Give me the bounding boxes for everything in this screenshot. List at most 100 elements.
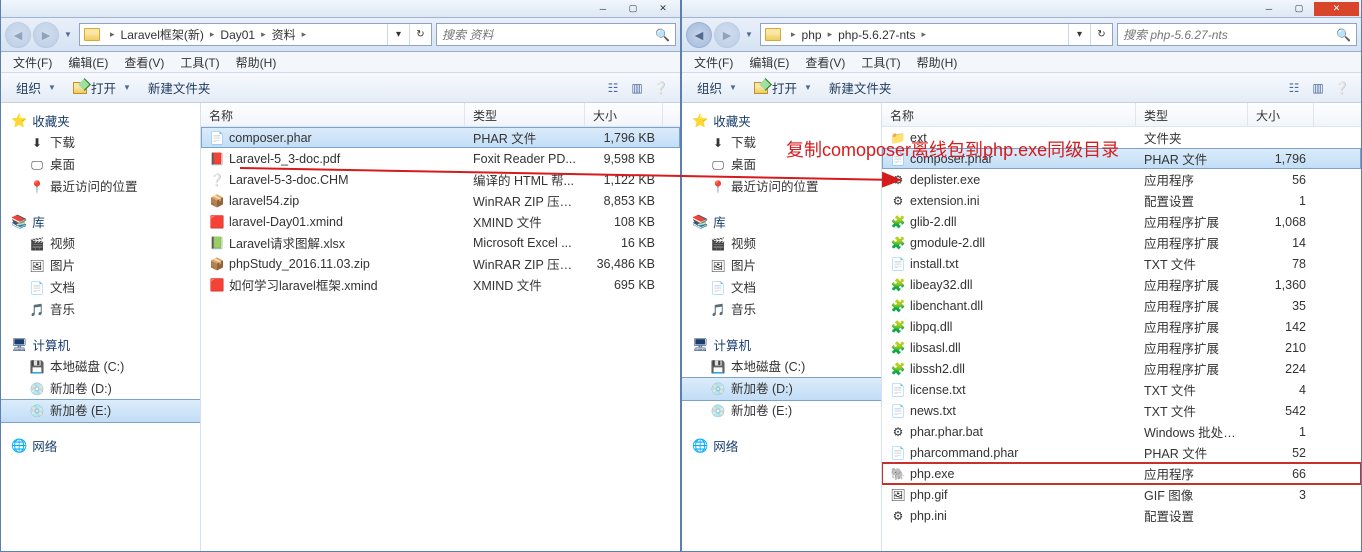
file-row[interactable]: 🧩libssh2.dll应用程序扩展224 (882, 358, 1361, 379)
forward-button[interactable]: ► (33, 22, 59, 48)
file-row[interactable]: ⚙phar.phar.batWindows 批处理...1 (882, 421, 1361, 442)
nav-computer[interactable]: 🖥计算机 (682, 333, 881, 356)
address-bar[interactable]: ▸ php▸ php-5.6.27-nts▸ ▾ ↻ (760, 23, 1113, 46)
forward-button[interactable]: ► (714, 22, 740, 48)
breadcrumb[interactable]: 资料 (268, 24, 300, 45)
file-row[interactable]: 🐘php.exe应用程序66 (882, 463, 1361, 484)
nav-computer[interactable]: 🖥计算机 (1, 333, 200, 356)
preview-button[interactable]: ▥ (626, 78, 648, 98)
maximize-button[interactable]: ▢ (1284, 2, 1314, 16)
col-type[interactable]: 类型 (1136, 103, 1248, 126)
file-row[interactable]: 🖼php.gifGIF 图像3 (882, 484, 1361, 505)
open-button[interactable]: 打开▼ (66, 75, 141, 100)
file-list[interactable]: 📄composer.pharPHAR 文件1,796 KB📕Laravel-5_… (201, 127, 680, 551)
nav-drive-d[interactable]: 💿新加卷 (D:) (1, 378, 200, 400)
file-row[interactable]: 🧩libeay32.dll应用程序扩展1,360 (882, 274, 1361, 295)
menu-tools[interactable]: 工具(T) (172, 52, 227, 73)
file-row[interactable]: 🧩libpq.dll应用程序扩展142 (882, 316, 1361, 337)
nav-pictures[interactable]: 🖼图片 (682, 255, 881, 277)
search-box[interactable]: 🔍 (436, 23, 676, 46)
file-row[interactable]: ⚙deplister.exe应用程序56 (882, 169, 1361, 190)
menu-file[interactable]: 文件(F) (5, 52, 60, 73)
help-button[interactable]: ❔ (650, 78, 672, 98)
col-size[interactable]: 大小 (1248, 103, 1314, 126)
nav-desktop[interactable]: 🖵桌面 (1, 154, 200, 176)
file-row[interactable]: 🟥laravel-Day01.xmindXMIND 文件108 KB (201, 211, 680, 232)
help-button[interactable]: ❔ (1331, 78, 1353, 98)
file-row[interactable]: 📦phpStudy_2016.11.03.zipWinRAR ZIP 压缩...… (201, 253, 680, 274)
new-folder-button[interactable]: 新建文件夹 (822, 75, 899, 100)
file-list[interactable]: 📁ext文件夹📄composer.pharPHAR 文件1,796⚙deplis… (882, 127, 1361, 551)
file-row[interactable]: 🧩gmodule-2.dll应用程序扩展14 (882, 232, 1361, 253)
history-dropdown[interactable]: ▼ (61, 26, 75, 44)
nav-drive-c[interactable]: 💾本地磁盘 (C:) (682, 356, 881, 378)
nav-favorites[interactable]: ⭐收藏夹 (682, 109, 881, 132)
file-row[interactable]: 🧩glib-2.dll应用程序扩展1,068 (882, 211, 1361, 232)
nav-videos[interactable]: 🎬视频 (1, 233, 200, 255)
col-type[interactable]: 类型 (465, 103, 585, 126)
search-box[interactable]: 🔍 (1117, 23, 1357, 46)
nav-drive-e[interactable]: 💿新加卷 (E:) (682, 400, 881, 422)
close-button[interactable]: ✕ (648, 2, 678, 16)
view-button[interactable]: ☷ (1283, 78, 1305, 98)
breadcrumb[interactable]: Day01 (216, 24, 259, 45)
view-button[interactable]: ☷ (602, 78, 624, 98)
nav-network[interactable]: 🌐网络 (682, 434, 881, 457)
organize-button[interactable]: 组织▼ (690, 75, 747, 100)
breadcrumb[interactable]: php (798, 24, 826, 45)
nav-downloads[interactable]: ⬇下载 (1, 132, 200, 154)
nav-favorites[interactable]: ⭐收藏夹 (1, 109, 200, 132)
address-dropdown[interactable]: ▾ (1068, 24, 1090, 45)
nav-music[interactable]: 🎵音乐 (682, 299, 881, 321)
nav-music[interactable]: 🎵音乐 (1, 299, 200, 321)
menu-help[interactable]: 帮助(H) (228, 52, 285, 73)
file-row[interactable]: 📄license.txtTXT 文件4 (882, 379, 1361, 400)
nav-drive-c[interactable]: 💾本地磁盘 (C:) (1, 356, 200, 378)
file-row[interactable]: ❔Laravel-5-3-doc.CHM编译的 HTML 帮...1,122 K… (201, 169, 680, 190)
breadcrumb[interactable]: php-5.6.27-nts (834, 24, 919, 45)
file-row[interactable]: 📄install.txtTXT 文件78 (882, 253, 1361, 274)
file-row[interactable]: 🧩libsasl.dll应用程序扩展210 (882, 337, 1361, 358)
file-row[interactable]: 📄composer.pharPHAR 文件1,796 KB (201, 127, 680, 148)
address-dropdown[interactable]: ▾ (387, 24, 409, 45)
col-name[interactable]: 名称 (882, 103, 1136, 126)
menu-help[interactable]: 帮助(H) (909, 52, 966, 73)
file-row[interactable]: ⚙php.ini配置设置 (882, 505, 1361, 526)
menu-tools[interactable]: 工具(T) (853, 52, 908, 73)
file-row[interactable]: 📗Laravel请求图解.xlsxMicrosoft Excel ...16 K… (201, 232, 680, 253)
menu-edit[interactable]: 编辑(E) (60, 52, 116, 73)
file-row[interactable]: 📄pharcommand.pharPHAR 文件52 (882, 442, 1361, 463)
col-name[interactable]: 名称 (201, 103, 465, 126)
menu-edit[interactable]: 编辑(E) (741, 52, 797, 73)
minimize-button[interactable]: ─ (1254, 2, 1284, 16)
search-input[interactable] (442, 28, 655, 42)
menu-file[interactable]: 文件(F) (686, 52, 741, 73)
nav-documents[interactable]: 📄文档 (682, 277, 881, 299)
search-input[interactable] (1123, 28, 1336, 42)
nav-recent[interactable]: 📍最近访问的位置 (1, 176, 200, 198)
nav-videos[interactable]: 🎬视频 (682, 233, 881, 255)
new-folder-button[interactable]: 新建文件夹 (141, 75, 218, 100)
organize-button[interactable]: 组织▼ (9, 75, 66, 100)
preview-button[interactable]: ▥ (1307, 78, 1329, 98)
nav-libraries[interactable]: 📚库 (682, 210, 881, 233)
nav-drive-e[interactable]: 💿新加卷 (E:) (1, 399, 201, 423)
nav-libraries[interactable]: 📚库 (1, 210, 200, 233)
maximize-button[interactable]: ▢ (618, 2, 648, 16)
nav-network[interactable]: 🌐网络 (1, 434, 200, 457)
back-button[interactable]: ◄ (686, 22, 712, 48)
close-button[interactable]: ✕ (1314, 2, 1359, 16)
file-row[interactable]: 📕Laravel-5_3-doc.pdfFoxit Reader PD...9,… (201, 148, 680, 169)
nav-documents[interactable]: 📄文档 (1, 277, 200, 299)
file-row[interactable]: 🧩libenchant.dll应用程序扩展35 (882, 295, 1361, 316)
menu-view[interactable]: 查看(V) (116, 52, 172, 73)
history-dropdown[interactable]: ▼ (742, 26, 756, 44)
menu-view[interactable]: 查看(V) (797, 52, 853, 73)
back-button[interactable]: ◄ (5, 22, 31, 48)
file-row[interactable]: 🟥如何学习laravel框架.xmindXMIND 文件695 KB (201, 274, 680, 295)
minimize-button[interactable]: ─ (588, 2, 618, 16)
nav-drive-d[interactable]: 💿新加卷 (D:) (682, 377, 882, 401)
file-row[interactable]: 📦laravel54.zipWinRAR ZIP 压缩...8,853 KB (201, 190, 680, 211)
file-row[interactable]: 📄news.txtTXT 文件542 (882, 400, 1361, 421)
nav-recent[interactable]: 📍最近访问的位置 (682, 176, 881, 198)
